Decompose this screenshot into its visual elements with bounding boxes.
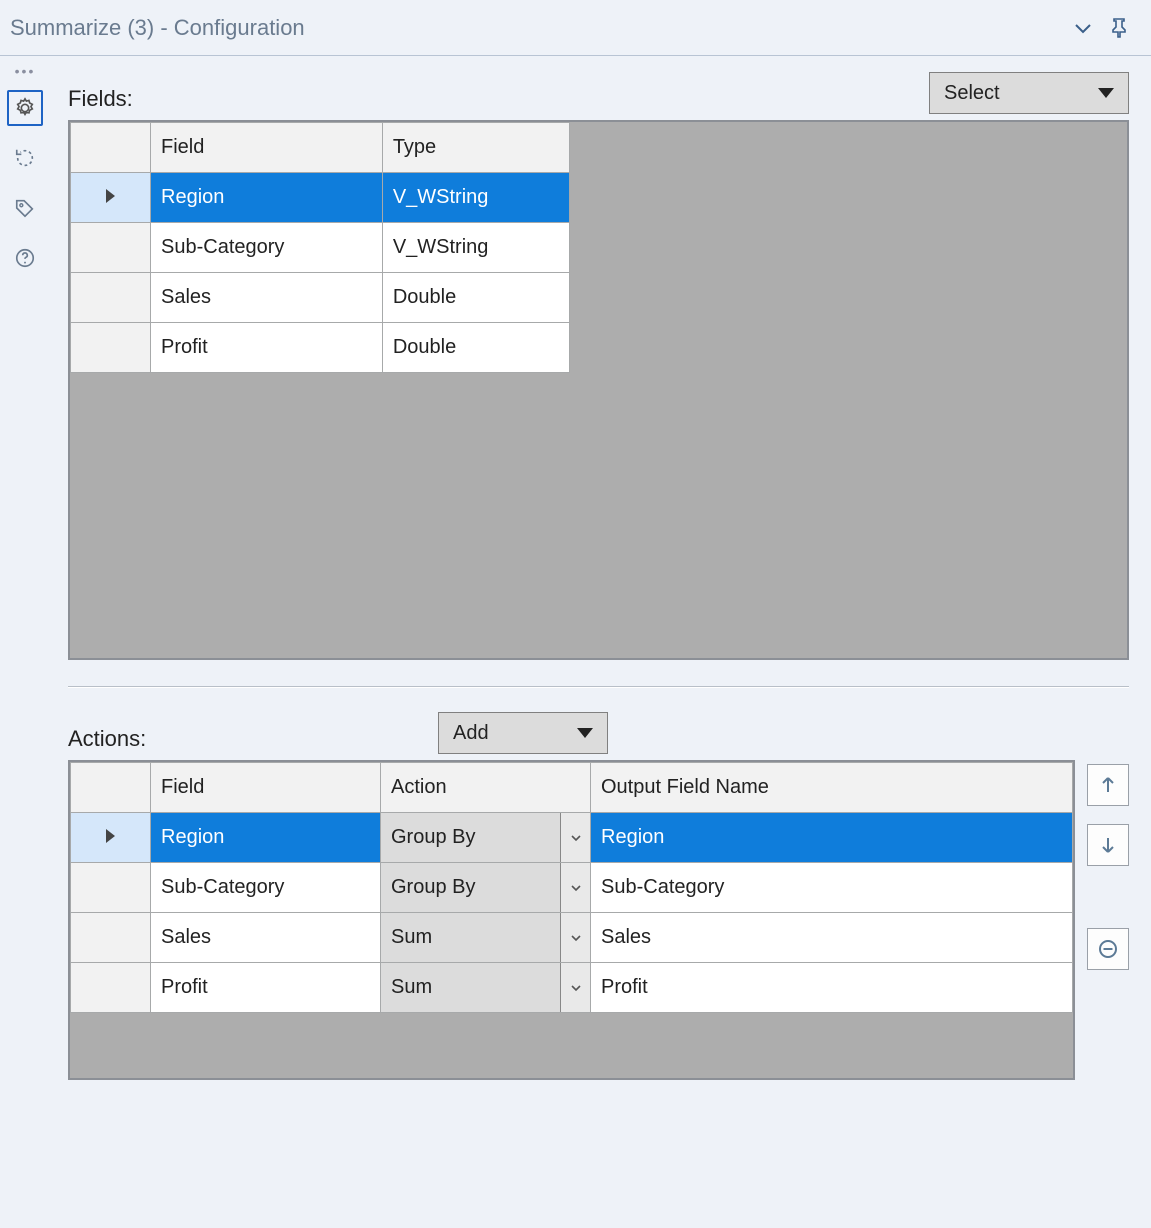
action-dropdown-button[interactable] xyxy=(560,963,590,1012)
actions-cell-field[interactable]: Profit xyxy=(151,963,381,1013)
actions-label: Actions: xyxy=(68,726,418,754)
row-indicator xyxy=(71,963,151,1013)
arrow-up-icon xyxy=(1098,775,1118,795)
fields-cell-type[interactable]: Double xyxy=(382,273,569,323)
body: ••• Fields: Select xyxy=(0,56,1151,1110)
action-value: Sum xyxy=(381,976,560,999)
actions-table[interactable]: Field Action Output Field Name Region xyxy=(70,762,1073,1013)
caret-down-icon xyxy=(577,728,593,738)
drag-handle-icon[interactable]: ••• xyxy=(15,66,36,76)
fields-row[interactable]: Profit Double xyxy=(71,323,570,373)
fields-cell-field[interactable]: Region xyxy=(151,173,383,223)
actions-cell-field[interactable]: Region xyxy=(151,813,381,863)
action-dropdown-button[interactable] xyxy=(560,863,590,912)
row-indicator xyxy=(71,173,151,223)
fields-cell-field[interactable]: Sales xyxy=(151,273,383,323)
move-down-button[interactable] xyxy=(1087,824,1129,866)
remove-icon xyxy=(1097,938,1119,960)
action-dropdown-button[interactable] xyxy=(560,913,590,962)
actions-row[interactable]: Sub-Category Group By Sub-C xyxy=(71,863,1073,913)
chevron-down-icon xyxy=(570,832,582,844)
main-area: Fields: Select Field Type xyxy=(50,56,1151,1110)
fields-label: Fields: xyxy=(68,86,133,114)
row-indicator xyxy=(71,863,151,913)
collapse-icon[interactable] xyxy=(1065,10,1101,46)
add-dropdown-label: Add xyxy=(453,722,489,745)
actions-cell-action[interactable]: Group By xyxy=(381,813,591,863)
fields-cell-type[interactable]: V_WString xyxy=(382,173,569,223)
row-indicator xyxy=(71,273,151,323)
actions-col-field[interactable]: Field xyxy=(151,763,381,813)
row-indicator xyxy=(71,323,151,373)
actions-cell-field[interactable]: Sub-Category xyxy=(151,863,381,913)
actions-cell-action[interactable]: Group By xyxy=(381,863,591,913)
actions-col-action[interactable]: Action xyxy=(381,763,591,813)
action-value: Group By xyxy=(381,876,560,899)
remove-button[interactable] xyxy=(1087,928,1129,970)
add-dropdown[interactable]: Add xyxy=(438,712,608,754)
row-header-blank xyxy=(71,123,151,173)
move-up-button[interactable] xyxy=(1087,764,1129,806)
help-icon[interactable] xyxy=(7,240,43,276)
actions-row[interactable]: Region Group By Region xyxy=(71,813,1073,863)
actions-area: Field Action Output Field Name Region xyxy=(68,760,1129,1080)
window-title: Summarize (3) - Configuration xyxy=(10,15,1065,41)
fields-cell-field[interactable]: Sub-Category xyxy=(151,223,383,273)
actions-cell-output[interactable]: Profit xyxy=(591,963,1073,1013)
fields-col-type[interactable]: Type xyxy=(382,123,569,173)
chevron-down-icon xyxy=(570,932,582,944)
refresh-icon[interactable] xyxy=(7,140,43,176)
actions-cell-output[interactable]: Sub-Category xyxy=(591,863,1073,913)
arrow-down-icon xyxy=(1098,835,1118,855)
select-dropdown-label: Select xyxy=(944,82,1000,105)
fields-panel: Field Type Region V_WString Sub-Category xyxy=(68,120,1129,660)
config-window: Summarize (3) - Configuration ••• xyxy=(0,0,1151,1110)
section-divider xyxy=(68,686,1129,688)
action-dropdown-button[interactable] xyxy=(560,813,590,862)
current-row-icon xyxy=(106,189,115,203)
action-value: Group By xyxy=(381,826,560,849)
fields-row[interactable]: Sub-Category V_WString xyxy=(71,223,570,273)
fields-row[interactable]: Sales Double xyxy=(71,273,570,323)
tag-icon[interactable] xyxy=(7,190,43,226)
action-value: Sum xyxy=(381,926,560,949)
chevron-down-icon xyxy=(570,982,582,994)
fields-col-field[interactable]: Field xyxy=(151,123,383,173)
pin-icon[interactable] xyxy=(1101,10,1137,46)
chevron-down-icon xyxy=(570,882,582,894)
current-row-icon xyxy=(106,829,115,843)
row-header-blank xyxy=(71,763,151,813)
fields-cell-type[interactable]: Double xyxy=(382,323,569,373)
side-toolbar: ••• xyxy=(0,56,50,1110)
actions-cell-output[interactable]: Sales xyxy=(591,913,1073,963)
actions-header: Field Action Output Field Name xyxy=(71,763,1073,813)
actions-cell-action[interactable]: Sum xyxy=(381,913,591,963)
actions-col-output[interactable]: Output Field Name xyxy=(591,763,1073,813)
titlebar: Summarize (3) - Configuration xyxy=(0,0,1151,56)
actions-row[interactable]: Profit Sum Profit xyxy=(71,963,1073,1013)
actions-row[interactable]: Sales Sum Sales xyxy=(71,913,1073,963)
row-indicator xyxy=(71,223,151,273)
fields-table[interactable]: Field Type Region V_WString Sub-Category xyxy=(70,122,570,373)
actions-cell-output[interactable]: Region xyxy=(591,813,1073,863)
caret-down-icon xyxy=(1098,88,1114,98)
fields-cell-type[interactable]: V_WString xyxy=(382,223,569,273)
fields-body: Region V_WString Sub-Category V_WString … xyxy=(71,173,570,373)
actions-cell-field[interactable]: Sales xyxy=(151,913,381,963)
row-indicator xyxy=(71,913,151,963)
fields-row[interactable]: Region V_WString xyxy=(71,173,570,223)
reorder-buttons xyxy=(1087,760,1129,970)
gear-icon[interactable] xyxy=(7,90,43,126)
actions-header-row: Actions: Add xyxy=(68,712,1129,754)
fields-header-row: Fields: Select xyxy=(68,72,1129,114)
select-dropdown[interactable]: Select xyxy=(929,72,1129,114)
actions-panel: Field Action Output Field Name Region xyxy=(68,760,1075,1080)
actions-body: Region Group By Region xyxy=(71,813,1073,1013)
fields-cell-field[interactable]: Profit xyxy=(151,323,383,373)
fields-header: Field Type xyxy=(71,123,570,173)
row-indicator xyxy=(71,813,151,863)
actions-cell-action[interactable]: Sum xyxy=(381,963,591,1013)
